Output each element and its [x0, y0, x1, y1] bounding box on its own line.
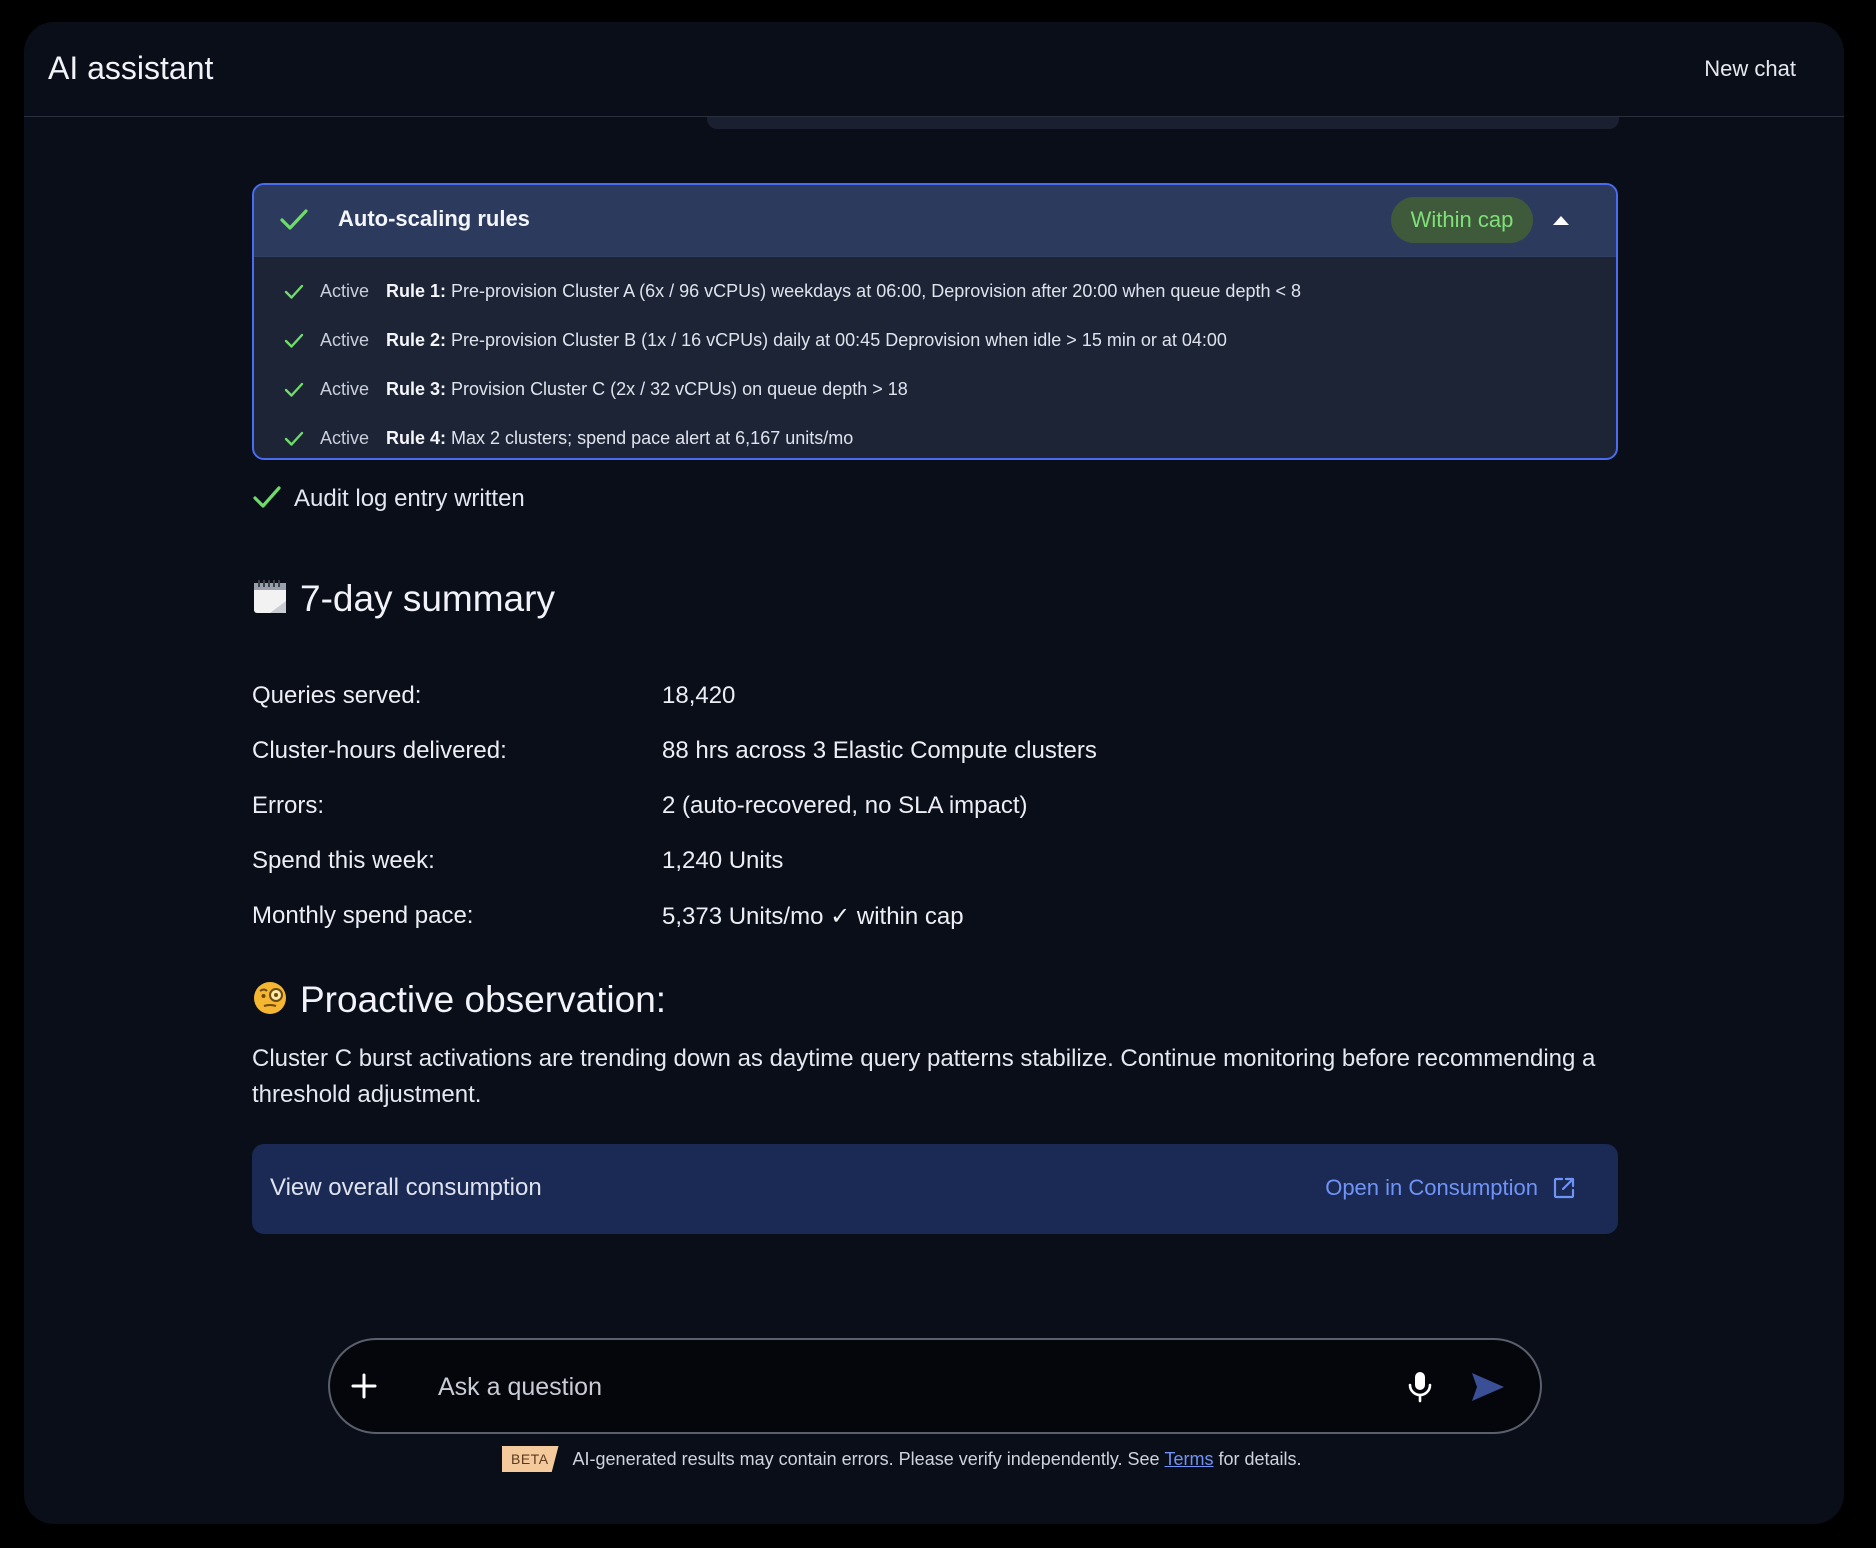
check-icon — [284, 284, 304, 299]
plus-icon[interactable] — [348, 1370, 380, 1402]
microphone-icon[interactable] — [1402, 1368, 1438, 1404]
ask-question-input[interactable] — [436, 1362, 1340, 1412]
disclaimer: BETA AI-generated results may contain er… — [502, 1446, 1302, 1472]
rules-list: Active Rule 1: Pre-provision Cluster A (… — [254, 257, 1616, 458]
rule-text: Rule 2: Pre-provision Cluster B (1x / 16… — [386, 330, 1227, 351]
open-in-consumption-label: Open in Consumption — [1325, 1175, 1538, 1200]
rule-name: Rule 2: — [386, 330, 447, 350]
open-in-consumption-link[interactable]: Open in Consumption — [1325, 1175, 1576, 1201]
new-chat-button[interactable]: New chat — [1704, 56, 1796, 82]
ask-bar — [328, 1338, 1542, 1434]
rule-description: Provision Cluster C (2x / 32 vCPUs) on q… — [451, 379, 908, 399]
consumption-label: View overall consumption — [270, 1174, 542, 1201]
summary-label: Monthly spend pace: — [252, 902, 474, 929]
assistant-panel: AI assistant New chat Auto-scaling rules… — [24, 22, 1844, 1524]
auto-scaling-rules-card: Auto-scaling rules Within cap Active Rul… — [252, 183, 1618, 460]
summary-value: 2 (auto-recovered, no SLA impact) — [662, 792, 1028, 819]
header: AI assistant New chat — [24, 22, 1844, 117]
app-title: AI assistant — [48, 50, 214, 86]
rule-description: Max 2 clusters; spend pace alert at 6,16… — [451, 428, 854, 448]
rule-item: Active Rule 3: Provision Cluster C (2x /… — [254, 365, 1616, 414]
rule-name: Rule 3: — [386, 379, 447, 399]
check-icon — [284, 333, 304, 348]
summary-label: Cluster-hours delivered: — [252, 737, 507, 764]
calendar-icon — [254, 580, 286, 613]
rule-text: Rule 1: Pre-provision Cluster A (6x / 96… — [386, 281, 1301, 302]
consumption-card: View overall consumption Open in Consump… — [252, 1144, 1618, 1234]
beta-badge: BETA — [502, 1446, 559, 1472]
face-with-monocle-icon — [254, 982, 286, 1014]
check-icon — [280, 209, 308, 230]
observation-title: Proactive observation: — [252, 979, 666, 1021]
summary-value: 18,420 — [662, 682, 736, 709]
rule-item: Active Rule 2: Pre-provision Cluster B (… — [254, 316, 1616, 365]
rule-text: Rule 3: Provision Cluster C (2x / 32 vCP… — [386, 379, 908, 400]
rules-card-title: Auto-scaling rules — [338, 206, 530, 231]
chevron-up-icon[interactable] — [1544, 203, 1578, 237]
rule-item: Active Rule 4: Max 2 clusters; spend pac… — [254, 414, 1616, 458]
observation-title-text: Proactive observation: — [300, 979, 667, 1020]
terms-link[interactable]: Terms — [1165, 1449, 1214, 1470]
rule-text: Rule 4: Max 2 clusters; spend pace alert… — [386, 428, 853, 449]
summary-title: 7-day summary — [252, 578, 555, 620]
audit-log-text: Audit log entry written — [294, 485, 525, 512]
rule-status: Active — [320, 330, 370, 350]
observation-text: Cluster C burst activations are trending… — [252, 1045, 1596, 1108]
rule-status: Active — [320, 281, 370, 301]
rule-status: Active — [320, 379, 370, 399]
rule-name: Rule 1: — [386, 281, 447, 301]
external-link-icon — [1553, 1177, 1575, 1199]
disclaimer-text-end: for details. — [1218, 1448, 1302, 1469]
previous-card-edge — [707, 117, 1619, 129]
check-icon — [284, 382, 304, 397]
check-icon — [284, 431, 304, 446]
summary-value: 1,240 Units — [662, 847, 784, 874]
rule-item: Active Rule 1: Pre-provision Cluster A (… — [254, 267, 1616, 316]
summary-title-text: 7-day summary — [300, 578, 555, 619]
summary-label: Errors: — [252, 792, 324, 819]
summary-label: Spend this week: — [252, 847, 435, 874]
summary-value: 5,373 Units/mo ✓ within cap — [662, 903, 964, 930]
check-icon — [253, 486, 281, 508]
rule-description: Pre-provision Cluster A (6x / 96 vCPUs) … — [451, 281, 1302, 301]
within-cap-badge: Within cap — [1391, 197, 1533, 243]
summary-label: Queries served: — [252, 682, 422, 709]
rules-card-header[interactable]: Auto-scaling rules Within cap — [254, 185, 1616, 257]
rule-status: Active — [320, 428, 370, 448]
send-icon[interactable] — [1470, 1370, 1506, 1404]
rule-name: Rule 4: — [386, 428, 447, 448]
rule-description: Pre-provision Cluster B (1x / 16 vCPUs) … — [451, 330, 1227, 350]
disclaimer-text: AI-generated results may contain errors.… — [572, 1448, 1160, 1469]
summary-value: 88 hrs across 3 Elastic Compute clusters — [662, 737, 1097, 764]
